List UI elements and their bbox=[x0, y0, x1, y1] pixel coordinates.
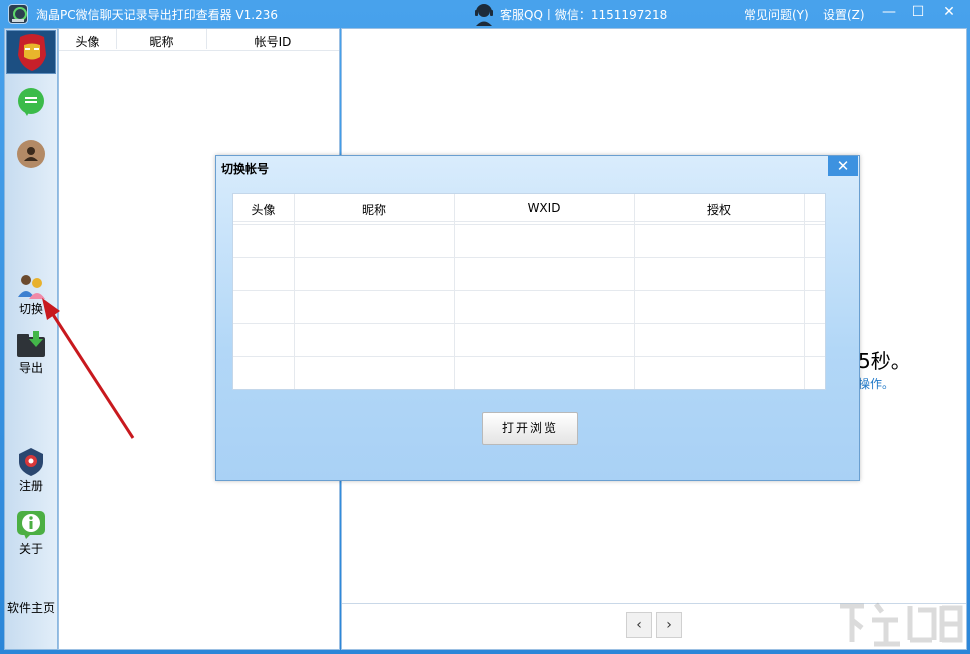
row-divider bbox=[233, 290, 825, 291]
previous-page-button[interactable]: ‹ bbox=[626, 612, 652, 638]
register-shield-icon bbox=[19, 448, 43, 476]
dialog-title: 切换帐号 bbox=[221, 162, 270, 176]
row-divider bbox=[233, 257, 825, 258]
row-divider bbox=[233, 224, 825, 225]
export-icon bbox=[17, 331, 45, 357]
window-close-button[interactable]: ✕ bbox=[936, 2, 962, 22]
sidebar-item-label: 注册 bbox=[18, 479, 43, 493]
open-browse-button[interactable]: 打开浏览 bbox=[482, 412, 578, 445]
friend-list-header: 头像 昵称 帐号ID bbox=[59, 29, 339, 51]
next-page-button[interactable]: › bbox=[656, 612, 682, 638]
dialog-close-button[interactable]: ✕ bbox=[828, 156, 858, 176]
app-window: 淘晶PC微信聊天记录导出打印查看器 V1.236 客服QQ丨微信：1151197… bbox=[0, 0, 970, 654]
settings-link[interactable]: 设置(Z) bbox=[823, 6, 865, 23]
row-divider bbox=[233, 356, 825, 357]
app-logo-icon bbox=[8, 4, 28, 24]
sidebar-item-label: 切换 bbox=[18, 302, 43, 316]
homepage-link[interactable]: 软件主页 bbox=[5, 599, 57, 616]
notice-text: 5秒。 bbox=[858, 349, 911, 373]
sidebar-item-label: 导出 bbox=[18, 361, 43, 375]
switch-account-dialog: 切换帐号 ✕ 头像 昵称 WXID 授权 打开浏览 bbox=[215, 155, 860, 481]
info-icon bbox=[17, 511, 45, 539]
customer-service-icon bbox=[475, 4, 493, 26]
maximize-button[interactable]: ☐ bbox=[905, 2, 931, 22]
column-header[interactable]: 头像 bbox=[59, 29, 117, 49]
sidebar-item-label: 关于 bbox=[18, 542, 43, 556]
column-header[interactable]: WXID bbox=[454, 201, 634, 215]
minimize-button[interactable]: — bbox=[876, 2, 902, 22]
row-divider bbox=[233, 323, 825, 324]
watermark-logo-icon bbox=[840, 602, 963, 647]
title-bar: 淘晶PC微信聊天记录导出打印查看器 V1.236 客服QQ丨微信：1151197… bbox=[0, 0, 970, 28]
column-header[interactable]: 昵称 bbox=[294, 201, 454, 218]
contact-icon bbox=[17, 140, 45, 168]
sidebar: 切换 导出 注册 关于 软件主页 bbox=[4, 28, 58, 650]
column-header[interactable]: 昵称 bbox=[117, 29, 207, 49]
account-table: 头像 昵称 WXID 授权 bbox=[232, 193, 826, 390]
ironman-avatar-icon bbox=[7, 31, 55, 73]
column-header[interactable]: 授权 bbox=[634, 201, 804, 218]
column-header[interactable]: 帐号ID bbox=[207, 29, 339, 49]
account-avatar[interactable] bbox=[6, 30, 56, 74]
chat-icon bbox=[18, 88, 44, 116]
faq-link[interactable]: 常见问题(Y) bbox=[744, 6, 809, 23]
switch-account-icon bbox=[18, 275, 45, 299]
column-header[interactable]: 头像 bbox=[233, 201, 294, 218]
app-title: 淘晶PC微信聊天记录导出打印查看器 V1.236 bbox=[36, 8, 278, 22]
service-contact: 客服QQ丨微信：1151197218 bbox=[500, 8, 668, 22]
row-divider bbox=[233, 221, 825, 222]
notice-subtext: 操作。 bbox=[858, 377, 895, 391]
